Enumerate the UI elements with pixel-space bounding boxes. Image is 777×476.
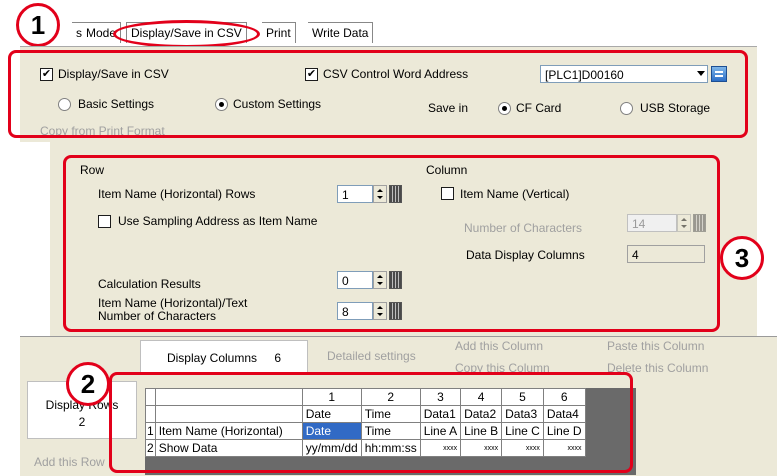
paste-column-link[interactable]: Paste this Column xyxy=(607,339,704,353)
tab-strip: s Mode Display/Save in CSV Print Write D… xyxy=(0,0,777,46)
display-columns-box: Display Columns 6 xyxy=(140,340,308,374)
callout-number: 2 xyxy=(80,369,96,399)
add-row-link[interactable]: Add this Row xyxy=(34,455,105,469)
highlight-box-2 xyxy=(109,372,633,473)
tab-label: Mode xyxy=(86,26,117,40)
tab-label: Write Data xyxy=(312,26,369,40)
display-columns-value: 6 xyxy=(274,351,282,365)
callout-2: 2 xyxy=(66,362,110,406)
add-column-link[interactable]: Add this Column xyxy=(455,339,543,353)
display-columns-label: Display Columns xyxy=(166,351,257,365)
callout-number: 1 xyxy=(30,10,46,40)
tab-write-data[interactable]: Write Data xyxy=(308,22,374,43)
callout-number: 3 xyxy=(734,243,750,273)
callout-3: 3 xyxy=(720,236,764,280)
detailed-settings-link[interactable]: Detailed settings xyxy=(327,349,416,363)
highlight-box-1 xyxy=(8,50,748,138)
callout-1: 1 xyxy=(16,3,60,47)
tab-label: Print xyxy=(266,26,291,40)
highlight-box-3 xyxy=(63,155,720,332)
highlight-tab-ellipse xyxy=(113,20,260,48)
tab-print[interactable]: Print xyxy=(262,22,296,43)
